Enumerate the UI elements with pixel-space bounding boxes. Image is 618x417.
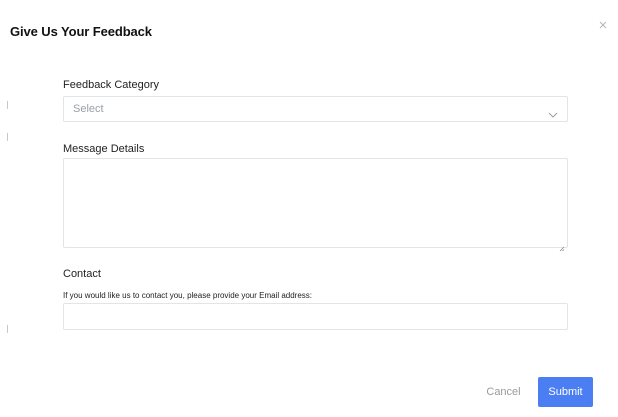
message-details-textarea[interactable] [63, 158, 568, 252]
chevron-down-icon [548, 106, 558, 118]
edge-mark [7, 133, 8, 141]
feedback-category-select[interactable]: Select [63, 96, 568, 122]
resize-handle-icon[interactable] [559, 239, 565, 252]
message-details-label: Message Details [63, 143, 145, 155]
dialog-title: Give Us Your Feedback [10, 24, 152, 39]
contact-label: Contact [63, 268, 101, 280]
select-value: Select [73, 103, 104, 115]
email-field[interactable] [63, 303, 568, 330]
edge-mark [7, 101, 8, 109]
submit-button[interactable]: Submit [538, 377, 593, 407]
contact-helper-text: If you would like us to contact you, ple… [63, 291, 313, 300]
edge-mark [7, 325, 8, 333]
feedback-category-label: Feedback Category [63, 79, 159, 91]
feedback-dialog: Give Us Your Feedback Feedback Category … [0, 0, 618, 417]
cancel-button[interactable]: Cancel [479, 377, 528, 407]
close-icon[interactable] [597, 18, 609, 30]
